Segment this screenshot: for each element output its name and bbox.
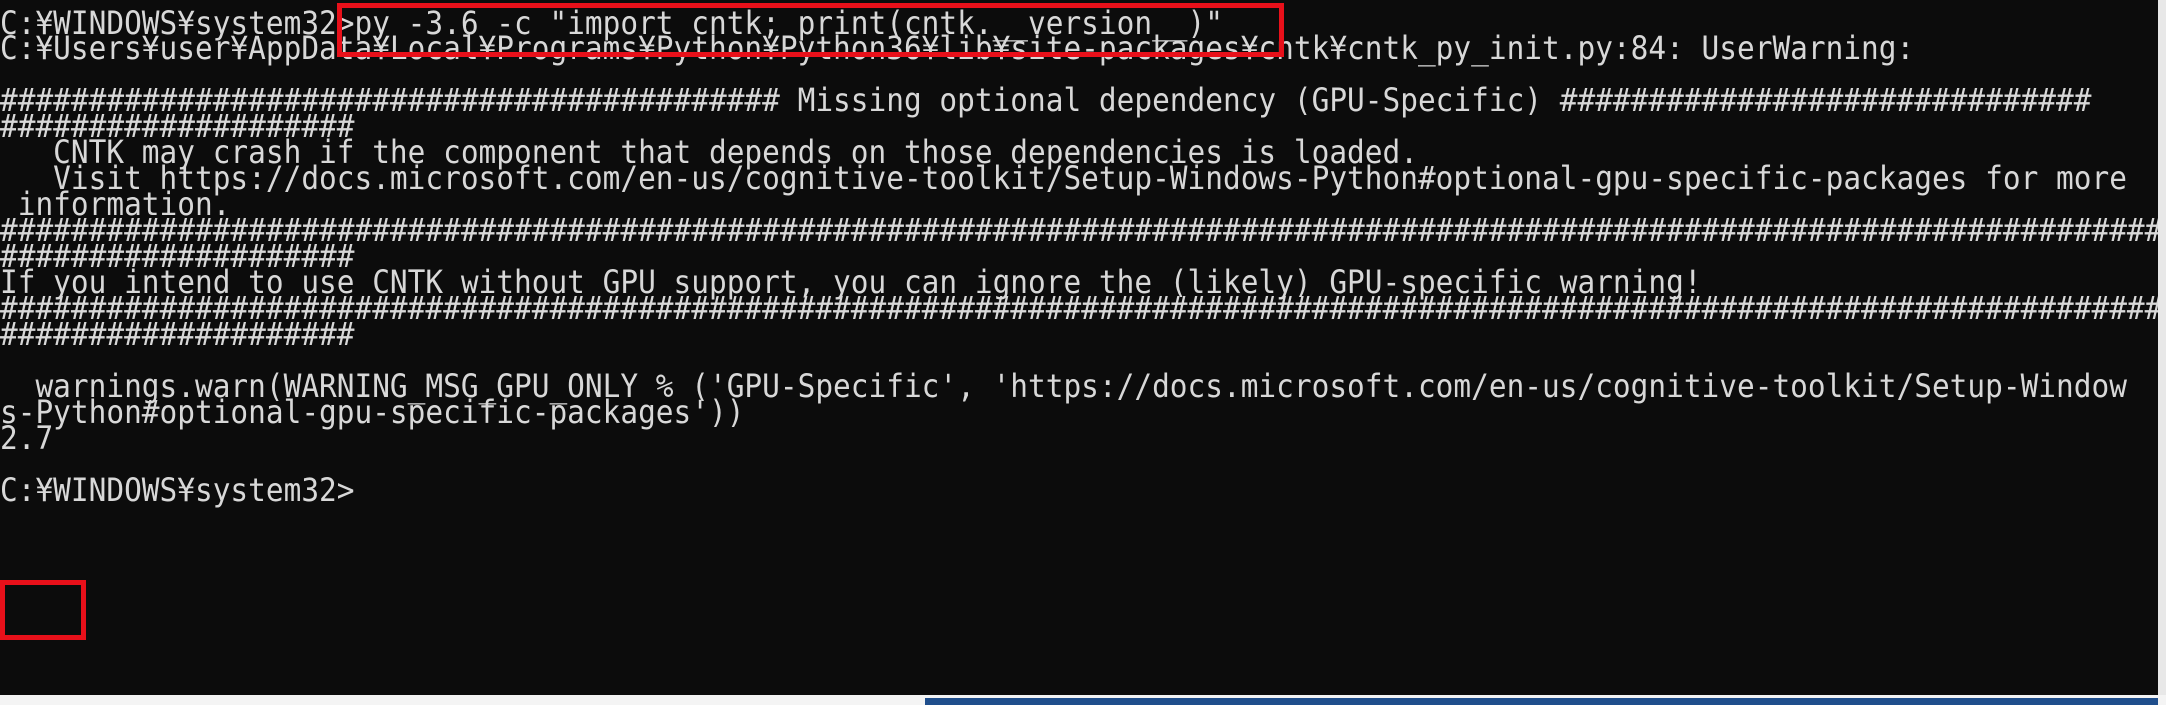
- version-highlight-box: [0, 580, 86, 640]
- output-line: Visit https://docs.microsoft.com/en-us/c…: [0, 159, 2127, 197]
- version-output-line: 2.7: [0, 419, 54, 457]
- background-window-strip: [0, 695, 2166, 705]
- output-line: ####################: [0, 315, 355, 353]
- command-highlight-box: [337, 3, 1284, 57]
- output-line: s-Python#optional-gpu-specific-packages'…: [0, 393, 745, 431]
- terminal-window[interactable]: C:¥WINDOWS¥system32>py -3.6 -c "import c…: [0, 0, 2158, 695]
- vertical-scrollbar[interactable]: [2158, 0, 2166, 705]
- command-prompt-line: C:¥WINDOWS¥system32>: [0, 471, 355, 509]
- background-window-bar: [925, 698, 2158, 705]
